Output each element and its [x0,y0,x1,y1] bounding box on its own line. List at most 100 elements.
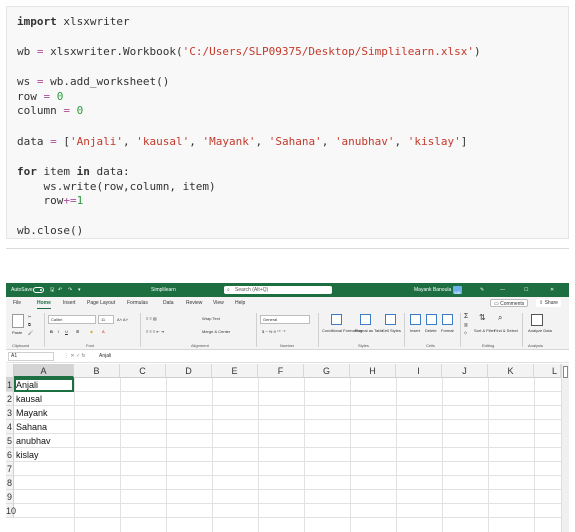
avatar[interactable]: MB [453,286,462,295]
autosum-icon[interactable]: Σ [464,313,468,320]
delete-cells-button[interactable]: Delete [425,328,437,333]
customize-toolbar-icon[interactable]: ▾ [78,283,81,297]
font-name-select[interactable]: Calibri [48,315,96,324]
vertical-scrollbar[interactable] [561,364,569,532]
file-name[interactable]: Simplilearn [151,283,176,297]
tab-home[interactable]: Home [37,297,51,309]
cell-a6[interactable]: kislay [16,448,39,462]
analyze-data-button[interactable]: Analyze Data [528,328,552,333]
pen-icon[interactable]: ✎ [480,283,484,297]
code-line-4: row = 0 [17,90,64,103]
format-cells-button[interactable]: Format [441,328,454,333]
column-header-e[interactable]: E [212,364,258,378]
row-header-10[interactable]: 10 [6,504,16,518]
row-header-8[interactable]: 8 [6,476,14,490]
borders-icon[interactable]: ⊞ [76,329,79,334]
bold-icon[interactable]: B [50,329,53,334]
sort-filter-icon[interactable]: ⇅ [479,313,486,322]
row-header-6[interactable]: 6 [6,448,14,462]
sort-filter-button[interactable]: Sort & Filter [474,328,495,333]
tab-view[interactable]: View [213,297,224,310]
search-box[interactable]: ⌕ Search (Alt+Q) [224,286,332,294]
tab-review[interactable]: Review [186,297,202,310]
cell-a5[interactable]: anubhav [16,434,51,448]
align-top-icon[interactable]: ≡ ≡ ▤ [146,316,157,321]
insert-cells-icon[interactable] [410,314,421,325]
underline-icon[interactable]: U [65,329,68,334]
row-header-7[interactable]: 7 [6,462,14,476]
font-grow-icon[interactable]: A˄ A˅ [117,317,128,322]
font-size-select[interactable]: 11 [98,315,114,324]
tab-data[interactable]: Data [163,297,174,310]
find-select-button[interactable]: Find & Select [494,328,518,333]
name-box[interactable]: A1 [8,352,54,361]
paste-icon[interactable] [12,314,24,328]
tab-file[interactable]: File [13,297,21,310]
currency-icon[interactable]: $ ~ % 9 ⁺⁰ ⁻⁰ [262,329,285,334]
active-cell-selection [14,378,74,392]
row-header-3[interactable]: 3 [6,406,14,420]
row-header-9[interactable]: 9 [6,490,14,504]
format-cells-icon[interactable] [442,314,453,325]
column-header-d[interactable]: D [166,364,212,378]
delete-cells-icon[interactable] [426,314,437,325]
analyze-data-icon[interactable] [531,314,543,326]
row-header-4[interactable]: 4 [6,420,14,434]
formula-icons[interactable]: ⋮ ✕ ✓ fx [64,351,85,362]
fill-icon[interactable]: ▥ [464,322,468,327]
column-header-c[interactable]: C [120,364,166,378]
cell-styles-icon[interactable] [385,314,396,325]
format-painter-icon[interactable]: 🖌 [28,330,33,335]
save-icon[interactable]: 🖫 [50,283,54,297]
insert-cells-button[interactable]: Insert [410,328,420,333]
column-header-j[interactable]: J [442,364,488,378]
wrap-text-button[interactable]: Wrap Text [202,316,220,321]
tab-help[interactable]: Help [235,297,245,310]
cut-icon[interactable]: ✂ [28,314,31,319]
select-all-corner[interactable] [6,364,14,378]
tab-page-layout[interactable]: Page Layout [87,297,115,310]
copy-icon[interactable]: ⧉ [28,322,31,327]
share-button[interactable]: ⇪ Share [536,299,561,307]
column-header-h[interactable]: H [350,364,396,378]
minimize-button[interactable]: — [500,283,505,297]
column-header-b[interactable]: B [74,364,120,378]
redo-icon[interactable]: ↷ [68,283,72,297]
spreadsheet-grid[interactable]: A B C D E F G H I J K L 1 Anjali 2 kausa… [6,364,569,532]
row-header-2[interactable]: 2 [6,392,14,406]
column-header-a[interactable]: A [14,364,74,378]
code-block: import xlsxwriter wb = xlsxwriter.Workbo… [6,6,569,239]
formula-input[interactable]: Anjali [99,351,111,362]
comments-button[interactable]: ▭ Comments [490,299,529,307]
column-header-g[interactable]: G [304,364,350,378]
format-as-table-button[interactable]: Format as Table [355,328,384,333]
cell-a2[interactable]: kausal [16,392,42,406]
find-select-icon[interactable]: ⌕ [498,313,502,323]
font-color-icon[interactable]: A [102,329,105,334]
format-as-table-icon[interactable] [360,314,371,325]
column-header-i[interactable]: I [396,364,442,378]
conditional-formatting-icon[interactable] [331,314,342,325]
column-header-l[interactable]: L [534,364,561,378]
maximize-button[interactable]: ☐ [524,283,528,297]
column-header-f[interactable]: F [258,364,304,378]
undo-icon[interactable]: ↶ [58,283,62,297]
cell-a4[interactable]: Sahana [16,420,47,434]
fill-color-icon[interactable]: ◈ [90,329,93,334]
autosave-toggle[interactable] [33,287,44,293]
user-name[interactable]: Mayank Banoula [414,283,451,297]
column-header-k[interactable]: K [488,364,534,378]
align-left-icon[interactable]: ≡ ≡ ≡ ⇤ ⇥ [146,329,164,334]
italic-icon[interactable]: I [58,329,59,334]
row-header-5[interactable]: 5 [6,434,14,448]
clear-icon[interactable]: ◇ [464,330,467,335]
tab-insert[interactable]: Insert [63,297,76,310]
merge-center-button[interactable]: Merge & Center [202,329,230,334]
cell-styles-button[interactable]: Cell Styles [382,328,401,333]
cell-a3[interactable]: Mayank [16,406,48,420]
scrollbar-thumb[interactable] [563,366,568,378]
close-button[interactable]: ✕ [550,283,554,297]
tab-formulas[interactable]: Formulas [127,297,148,310]
number-format-select[interactable]: General [260,315,310,324]
row-header-1[interactable]: 1 [6,378,14,392]
